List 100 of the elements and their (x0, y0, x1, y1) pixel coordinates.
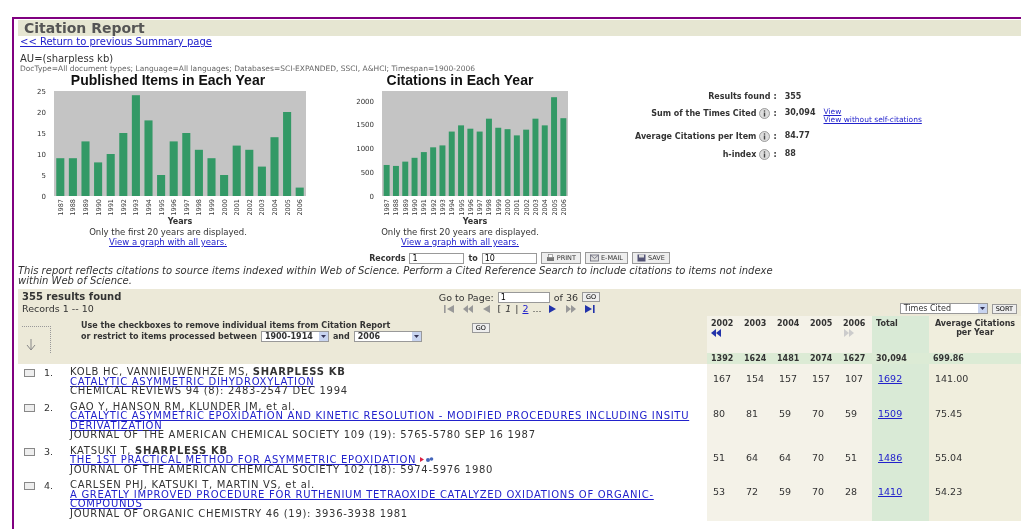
checkbox[interactable] (24, 403, 35, 412)
year-header: 2005 (810, 319, 834, 328)
article-title-link[interactable]: THE 1ST PRACTICAL METHOD FOR ASYMMETRIC EPOXIDATION (70, 455, 417, 465)
dropdown-arrow-icon (411, 332, 421, 341)
authors: CARLSEN PHJ, KATSUKI T, MARTIN VS, et al. (70, 480, 315, 490)
bar (541, 125, 548, 196)
bar (411, 157, 418, 196)
article-title-link[interactable]: CATALYTIC ASYMMETRIC DIHYDROXYLATION (70, 376, 315, 386)
count-cell: 59 (779, 407, 792, 419)
info-icon[interactable] (759, 108, 771, 119)
bar (119, 133, 128, 196)
instruction-text: Use the checkboxes to remove individual items from Citation Report (81, 321, 391, 330)
notice-text: This report reflects citations to source items indexed within Web of Science. Perform a Cited Reference Search to include citations to items not indexe (18, 266, 773, 276)
bar (467, 128, 474, 196)
count-cell: 107 (845, 373, 864, 384)
goto-label: Go to Page: (438, 291, 494, 303)
total-link[interactable]: 1410 (878, 486, 903, 497)
chart-title: Citations in Each Year (386, 74, 534, 87)
all-years-link[interactable]: View a graph with all years. (109, 238, 227, 247)
axis-title: Years (462, 217, 488, 226)
total-cell: 30,094 (872, 353, 929, 364)
ellipsis: ... (532, 303, 542, 314)
bar (430, 147, 437, 196)
bar (106, 154, 115, 196)
colon: : (773, 132, 777, 141)
back-link[interactable]: << Return to previous Summary page (20, 36, 212, 47)
authors: KOLB HC, VANNIEUWENHZE MS, SHARPLESS KB (70, 367, 346, 377)
checkbox[interactable] (24, 447, 35, 456)
bar (495, 127, 502, 196)
total-cell: 1481 (773, 353, 806, 364)
bar (504, 129, 511, 196)
records-label: Records (369, 253, 406, 263)
count-cell: 59 (845, 407, 858, 419)
dropdown-arrow-icon (318, 332, 328, 341)
info-icon[interactable] (759, 149, 771, 160)
total-link[interactable]: 1486 (878, 451, 903, 463)
records-to-field[interactable]: 10 (481, 252, 537, 264)
page-separator: | (515, 303, 519, 314)
colon: : (773, 92, 777, 101)
total-link[interactable]: 1692 (878, 373, 903, 384)
page-field[interactable]: 1 (497, 291, 550, 303)
total-cell: 699.86 (929, 353, 1021, 364)
down-arrow-icon (26, 339, 36, 351)
records-from-field[interactable]: 1 (409, 252, 465, 264)
bar (270, 137, 279, 196)
bar (220, 175, 229, 196)
count-cell: 70 (812, 407, 825, 419)
source: JOURNAL OF THE AMERICAN CHEMICAL SOCIETY 109 (19): 5765-5780 SEP 16 1987 (70, 430, 536, 440)
stat-label: Results found (708, 92, 771, 101)
chart-note: Only the first 20 years are displayed. (89, 228, 247, 237)
count-cell: 70 (812, 451, 825, 463)
chart-title: Published Items in Each Year (70, 74, 266, 87)
bar (194, 149, 203, 196)
year-select[interactable]: 1900-1914 (260, 331, 329, 342)
bracket: [ (497, 303, 502, 314)
average-cell: 54.23 (935, 486, 963, 497)
row-number: 1. (44, 367, 54, 378)
count-cell: 81 (746, 407, 759, 419)
article-title-link[interactable]: CATALYTIC ASYMMETRIC EPOXIDATION AND KINETIC RESOLUTION - MODIFIED PROCEDURES INCLUDING INSITU DERIVATIZATION (70, 411, 707, 430)
bar (182, 133, 191, 196)
checkbox[interactable] (24, 482, 35, 490)
all-years-link[interactable]: View a graph with all years. (401, 238, 519, 247)
article-title-link[interactable]: A GREATLY IMPROVED PROCEDURE FOR RUTHENIUM TETRAOXIDE CATALYZED OXIDATIONS OF ORGANIC-COMPOUNDS (70, 489, 707, 509)
sort-select[interactable]: Times Cited (899, 303, 988, 314)
average-cell: 141.00 (935, 373, 969, 384)
rewind-icon[interactable] (461, 303, 476, 314)
total-link[interactable]: 1509 (878, 407, 903, 419)
count-cell: 51 (845, 451, 858, 463)
average-cell: 75.45 (935, 407, 963, 419)
notice-text: within Web of Science. (18, 276, 132, 286)
total-cell: 1624 (740, 353, 773, 364)
count-cell: 80 (713, 407, 726, 419)
stat-value: 88 (784, 149, 797, 158)
total-header: Total (876, 319, 899, 328)
year-select[interactable]: 2006 (353, 331, 422, 342)
query-author: AU=(sharpless kb) (20, 53, 114, 64)
count-cell: 157 (779, 373, 798, 384)
total-cell: 1392 (707, 353, 740, 364)
colon: : (773, 150, 777, 159)
source: JOURNAL OF THE AMERICAN CHEMICAL SOCIETY 102 (18): 5974-5976 1980 (70, 464, 494, 474)
count-cell: 72 (746, 486, 759, 497)
related-records-icon[interactable] (420, 456, 435, 464)
bar (94, 162, 103, 196)
envelope-icon (589, 254, 599, 262)
bar (245, 149, 254, 196)
bar (523, 129, 530, 196)
stat-value: 84.77 (784, 131, 811, 140)
printer-icon (545, 254, 555, 262)
restrict-label: or restrict to items processed between (81, 331, 257, 342)
info-icon[interactable] (759, 131, 771, 142)
bar (207, 158, 216, 196)
previous-years-icon[interactable] (711, 329, 722, 337)
checkbox[interactable] (24, 369, 35, 377)
bar (420, 152, 427, 196)
page-link[interactable]: 1 (505, 303, 512, 314)
stat-label: Average Citations per Item (635, 132, 757, 141)
source: JOURNAL OF ORGANIC CHEMISTRY 46 (19): 3936-3938 1981 (70, 508, 408, 518)
page-link[interactable]: 2 (522, 303, 529, 314)
year-header: 2004 (777, 319, 801, 328)
bar (257, 166, 266, 196)
